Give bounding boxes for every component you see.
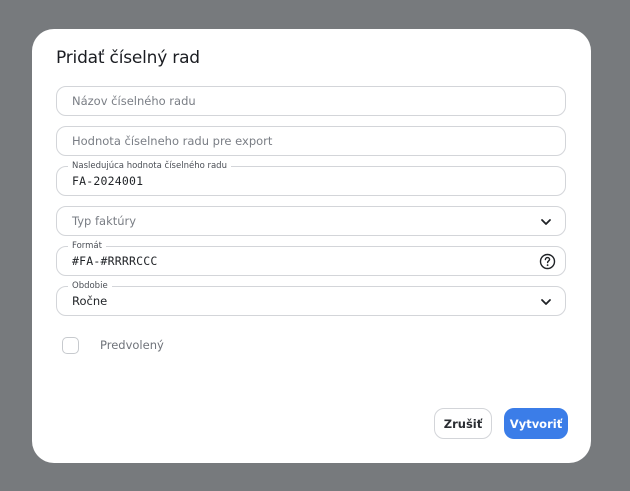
series-name-field[interactable]: Názov číselného radu xyxy=(56,86,566,116)
create-button[interactable]: Vytvoriť xyxy=(504,408,568,439)
next-value-label: Nasledujúca hodnota číselného radu xyxy=(68,160,231,172)
next-value-field[interactable]: Nasledujúca hodnota číselného radu FA-20… xyxy=(56,160,566,196)
export-value-placeholder: Hodnota číselneho radu pre export xyxy=(72,134,273,148)
export-value-field[interactable]: Hodnota číselneho radu pre export xyxy=(56,126,566,156)
series-name-placeholder: Názov číselného radu xyxy=(72,94,196,108)
add-number-series-dialog: Pridať číselný rad Názov číselného radu … xyxy=(32,29,591,463)
period-select[interactable]: Obdobie Ročne xyxy=(56,280,566,316)
format-field[interactable]: Formát #FA-#RRRRCCC xyxy=(56,240,566,276)
default-checkbox[interactable] xyxy=(62,337,79,354)
chevron-down-icon[interactable] xyxy=(539,295,553,309)
default-checkbox-label[interactable]: Predvolený xyxy=(100,338,164,352)
period-value: Ročne xyxy=(72,294,108,308)
period-label: Obdobie xyxy=(68,280,112,292)
cancel-button[interactable]: Zrušiť xyxy=(434,408,492,439)
invoice-type-placeholder: Typ faktúry xyxy=(72,214,137,228)
format-label: Formát xyxy=(68,240,106,252)
next-value-input: FA-2024001 xyxy=(72,174,144,188)
dialog-title: Pridať číselný rad xyxy=(56,48,200,68)
help-circle-icon[interactable] xyxy=(539,253,556,270)
format-input: #FA-#RRRRCCC xyxy=(72,254,158,268)
chevron-down-icon[interactable] xyxy=(539,215,553,229)
invoice-type-select[interactable]: Typ faktúry xyxy=(56,206,566,236)
